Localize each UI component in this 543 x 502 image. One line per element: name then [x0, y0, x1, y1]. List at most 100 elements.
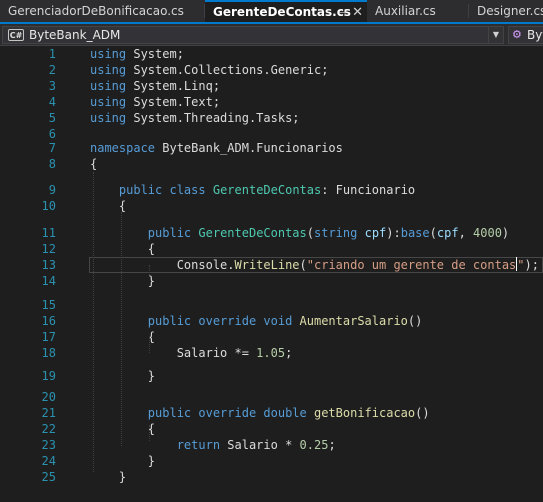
- project-name: ByteBank_ADM: [29, 28, 121, 42]
- code-token: public override void: [147, 314, 293, 328]
- line-number: 9: [48, 183, 56, 197]
- class-member-icon: ⚙: [512, 28, 522, 41]
- code-token: GerenteDeContas: [198, 226, 307, 240]
- code-token: using: [90, 79, 127, 93]
- code-token: 1.05: [256, 346, 286, 360]
- code-line[interactable]: 2 using System.Collections.Generic;: [0, 62, 543, 78]
- code-text: public GerenteDeContas(string cpf):base(…: [90, 225, 509, 241]
- code-text: using System.Threading.Tasks;: [90, 110, 300, 126]
- line-number: 12: [41, 242, 56, 256]
- code-line[interactable]: 9 public class GerenteDeContas: Funciona…: [0, 182, 543, 198]
- tab-gerenciador-de-bonificacao[interactable]: GerenciadorDeBonificacao.cs: [0, 0, 204, 22]
- code-line[interactable]: 25 }: [0, 469, 543, 485]
- code-line[interactable]: 14 }: [0, 273, 543, 289]
- code-line[interactable]: 8{: [0, 156, 543, 172]
- code-line[interactable]: 20: [0, 389, 543, 405]
- code-text: namespace ByteBank_ADM.Funcionarios: [90, 140, 343, 156]
- code-line[interactable]: 12 {: [0, 241, 543, 257]
- line-number: 21: [41, 406, 56, 420]
- tab-gerente-de-contas[interactable]: GerenteDeContas.cs ⊣ ✕: [205, 0, 367, 22]
- code-text: }: [90, 453, 155, 469]
- code-token: ,: [458, 226, 474, 240]
- line-number: 22: [41, 422, 56, 436]
- code-text: using System;: [90, 46, 184, 62]
- code-token: Salario *=: [90, 346, 257, 360]
- tab-auxiliar[interactable]: Auxiliar.cs: [367, 0, 467, 22]
- code-line[interactable]: 10 {: [0, 198, 543, 214]
- code-text: return Salario * 0.25;: [90, 437, 336, 453]
- code-line[interactable]: 7 namespace ByteBank_ADM.Funcionarios: [0, 140, 543, 156]
- code-token: using: [90, 47, 127, 61]
- code-line[interactable]: 16 public override void AumentarSalario(…: [0, 313, 543, 329]
- code-token: public class: [118, 183, 206, 197]
- pin-icon[interactable]: ⊣: [337, 8, 346, 19]
- line-number: 4: [48, 95, 56, 109]
- line-number: 7: [48, 141, 56, 155]
- code-token: ;: [328, 438, 336, 452]
- code-line[interactable]: 17 {: [0, 329, 543, 345]
- code-line[interactable]: 4 using System.Text;: [0, 94, 543, 110]
- code-token: ):: [386, 226, 401, 240]
- code-line[interactable]: 11 public GerenteDeContas(string cpf):ba…: [0, 225, 543, 241]
- code-token: public: [147, 226, 192, 240]
- tab-designer[interactable]: Designer.cs: [469, 0, 543, 22]
- code-line[interactable]: 13 Console.WriteLine("criando um gerente…: [0, 257, 543, 273]
- line-number: 14: [41, 274, 56, 288]
- code-text: Console.WriteLine("criando um gerente de…: [90, 257, 539, 273]
- code-token: }: [90, 369, 156, 383]
- code-editor-window: GerenciadorDeBonificacao.cs GerenteDeCon…: [0, 0, 543, 502]
- code-text: }: [90, 368, 155, 384]
- code-line[interactable]: 5 using System.Threading.Tasks;: [0, 110, 543, 126]
- code-line[interactable]: 24 }: [0, 453, 543, 469]
- code-text: public override double getBonificacao(): [90, 405, 430, 421]
- code-token: string: [314, 226, 358, 240]
- tab-label: Auxiliar.cs: [375, 4, 436, 18]
- line-number: 1: [48, 47, 56, 61]
- code-token: ByteBank_ADM.Funcionarios: [155, 141, 343, 155]
- code-text: {: [90, 421, 155, 437]
- code-editor[interactable]: 1 using System; 2 using System.Collections.…: [0, 46, 543, 502]
- line-number: 19: [41, 369, 56, 383]
- member-dropdown[interactable]: ⚙ ByteBank_ADM.Funcionarios.GerenteDeCon…: [508, 26, 543, 44]
- code-token: }: [90, 470, 127, 484]
- code-token: return: [176, 438, 221, 452]
- chevron-down-icon[interactable]: ▼: [488, 27, 503, 43]
- code-text: {: [90, 329, 155, 345]
- indent-guide: [149, 265, 150, 277]
- code-line[interactable]: 22 {: [0, 421, 543, 437]
- code-token: 0.25: [299, 438, 329, 452]
- code-line[interactable]: 15: [0, 297, 543, 313]
- code-token: AumentarSalario: [299, 314, 408, 328]
- indent-guide: [149, 337, 150, 353]
- code-token: base: [400, 226, 430, 240]
- code-token: );: [524, 258, 539, 272]
- close-icon[interactable]: ✕: [352, 5, 363, 20]
- code-text: public override void AumentarSalario(): [90, 313, 423, 329]
- code-line[interactable]: 19 }: [0, 368, 543, 384]
- code-line[interactable]: 21 public override double getBonificacao…: [0, 405, 543, 421]
- line-number: 15: [41, 298, 56, 312]
- code-text: using System.Collections.Generic;: [90, 62, 328, 78]
- line-number: 11: [41, 226, 56, 240]
- code-token: {: [90, 422, 156, 436]
- line-number: 8: [48, 157, 56, 171]
- code-line[interactable]: 23 return Salario * 0.25;: [0, 437, 543, 453]
- code-token: System.Threading.Tasks;: [126, 111, 300, 125]
- code-token: Salario *: [220, 438, 300, 452]
- code-token: ": [517, 258, 525, 272]
- code-token: "criando um gerente de contas: [306, 258, 517, 272]
- project-dropdown[interactable]: C# ByteBank_ADM ▼: [2, 26, 504, 44]
- code-text: {: [90, 241, 155, 257]
- tab-label: GerenciadorDeBonificacao.cs: [8, 4, 184, 18]
- code-token: (): [407, 314, 423, 328]
- line-number: 10: [41, 199, 56, 213]
- code-line[interactable]: 1 using System;: [0, 46, 543, 62]
- code-line[interactable]: 18 Salario *= 1.05;: [0, 345, 543, 361]
- code-token: using: [90, 63, 127, 77]
- member-name: ByteBank_ADM.Funcionarios.GerenteDeConta…: [527, 28, 543, 42]
- code-line[interactable]: 3 using System.Linq;: [0, 78, 543, 94]
